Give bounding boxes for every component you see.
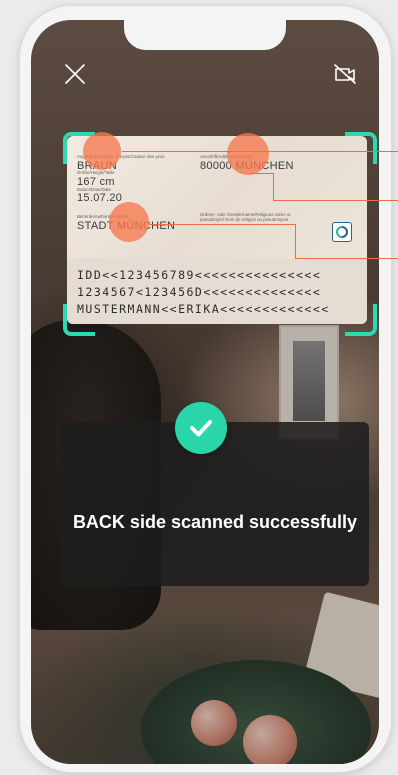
callout-line-address xyxy=(273,200,398,201)
field-hotspot-authority xyxy=(109,202,149,242)
flash-toggle-button[interactable] xyxy=(330,59,360,89)
field-hotspot-address xyxy=(227,133,269,175)
scan-frame-corner-top-right xyxy=(345,132,377,164)
field-hotspot-eye-color xyxy=(83,132,121,170)
flash-off-icon xyxy=(334,64,356,84)
callout-line-address xyxy=(273,173,274,200)
callout-line-authority xyxy=(295,224,296,258)
scan-success-message: BACK side scanned successfully xyxy=(72,512,358,532)
checkmark-icon xyxy=(175,402,227,454)
callout-line-eye-color xyxy=(122,151,398,152)
scan-frame-corner-bottom-right xyxy=(345,304,377,336)
mrz-line-2: 1234567<123456D<<<<<<<<<<<<<< xyxy=(77,285,322,299)
scan-frame-corner-bottom-left xyxy=(63,304,95,336)
camera-viewfinder: Augenfarbe/Colour of eyes/Couleur des ye… xyxy=(31,20,379,764)
card-chip-icon xyxy=(332,222,352,242)
device-notch xyxy=(124,20,286,50)
height-label: Größe/Height/Taille xyxy=(77,170,115,175)
mrz-line-1: IDD<<123456789<<<<<<<<<<<<<<< xyxy=(77,268,322,282)
callout-line-authority xyxy=(149,224,295,225)
close-icon xyxy=(65,64,85,84)
callout-line-address xyxy=(249,173,273,174)
close-button[interactable] xyxy=(60,59,90,89)
callout-line-authority xyxy=(295,258,398,259)
date-value: 15.07.20 xyxy=(77,192,123,204)
mrz-line-3: MUSTERMANN<<ERIKA<<<<<<<<<<<<< xyxy=(77,302,330,316)
religious-name-label: Ordens- oder Künstlername/Religious name… xyxy=(200,212,291,222)
